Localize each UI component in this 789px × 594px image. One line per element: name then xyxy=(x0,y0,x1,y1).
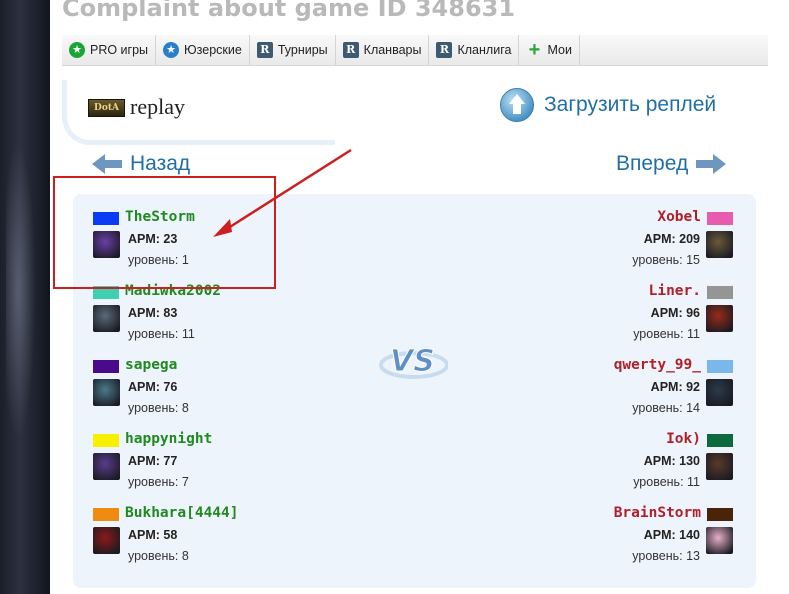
nav-item-label: Турниры xyxy=(277,43,328,57)
player-level: уровень: 11 xyxy=(128,327,195,341)
forward-link-label: Вперед xyxy=(616,152,689,175)
player-color-swatch xyxy=(93,360,119,373)
player-apm: APM: 92 xyxy=(650,380,700,394)
background-artwork xyxy=(0,0,50,594)
nav-item-3[interactable]: R Кланвары xyxy=(336,35,430,65)
player-color-swatch xyxy=(93,508,119,521)
hero-avatar xyxy=(706,379,733,406)
nav-item-label: Клан­лига xyxy=(457,43,512,57)
highlight-box xyxy=(53,176,276,289)
player-apm: APM: 96 xyxy=(650,306,700,320)
nav-item-0[interactable]: ★ PRO игры xyxy=(62,35,157,65)
player-card: Liner. APM: 96 уровень: 11 xyxy=(513,283,733,345)
player-level: уровень: 11 xyxy=(633,475,700,489)
dota-logo: DotA xyxy=(88,99,125,117)
game-category-nav: ★ PRO игры ★ Юзерские R Турниры R Кланвары R Клан… xyxy=(62,35,768,66)
arrow-right-icon xyxy=(696,153,727,175)
player-level: уровень: 8 xyxy=(128,401,189,415)
player-color-swatch xyxy=(707,434,733,447)
hero-avatar xyxy=(93,453,120,480)
nav-item-label: Кланвары xyxy=(363,43,422,57)
player-color-swatch xyxy=(707,286,733,299)
hero-avatar xyxy=(706,231,733,258)
player-color-swatch xyxy=(93,434,119,447)
player-apm: APM: 130 xyxy=(643,454,700,468)
player-name-link[interactable]: qwerty_99_ xyxy=(614,357,701,373)
arrow-left-icon xyxy=(92,153,122,175)
back-link[interactable]: Назад xyxy=(92,152,190,176)
player-color-swatch xyxy=(707,212,733,225)
nav-item-label: Юзерские xyxy=(184,43,242,57)
back-link-label: Назад xyxy=(130,152,191,175)
hero-avatar xyxy=(93,527,120,554)
player-card: happynight APM: 77 уровень: 7 xyxy=(93,431,313,493)
player-apm: APM: 209 xyxy=(643,232,700,246)
player-card: sapega APM: 76 уровень: 8 xyxy=(93,357,313,419)
player-card: Bukhara[4444] APM: 58 уровень: 8 xyxy=(93,505,313,567)
nav-item-label: Мои xyxy=(547,43,572,57)
nav-item-4[interactable]: R Клан­лига xyxy=(429,35,520,65)
player-apm: APM: 83 xyxy=(128,306,178,320)
player-level: уровень: 7 xyxy=(128,475,189,489)
hero-avatar xyxy=(93,379,120,406)
player-apm: APM: 76 xyxy=(128,380,178,394)
player-name-link[interactable]: BrainStorm xyxy=(614,505,701,521)
player-name-link[interactable]: sapega xyxy=(125,357,177,373)
player-level: уровень: 11 xyxy=(633,327,700,341)
r-badge-icon: R xyxy=(256,42,273,58)
player-name-link[interactable]: Bukhara[4444] xyxy=(125,505,239,521)
vs-text: VS xyxy=(390,344,435,379)
nav-item-2[interactable]: R Турниры xyxy=(250,35,336,65)
player-color-swatch xyxy=(707,508,733,521)
star-circle-green-icon: ★ xyxy=(69,42,85,58)
vs-logo: VS xyxy=(379,344,448,380)
hero-avatar xyxy=(706,453,733,480)
player-name-link[interactable]: Iok) xyxy=(666,431,701,447)
nav-item-1[interactable]: ★ Юзерские xyxy=(156,35,250,65)
player-card: BrainStorm APM: 140 уровень: 13 xyxy=(513,505,733,567)
hero-avatar xyxy=(706,305,733,332)
page-title: Complaint about game ID 348631 xyxy=(62,0,516,22)
upload-replay-label: Загрузить реплей xyxy=(544,93,717,116)
player-apm: APM: 58 xyxy=(128,528,178,542)
plus-icon: + xyxy=(528,39,541,61)
forward-link[interactable]: Вперед xyxy=(616,152,727,176)
upload-replay-button[interactable]: Загрузить реплей xyxy=(500,88,716,122)
r-badge-icon: R xyxy=(436,42,453,58)
player-color-swatch xyxy=(707,360,733,373)
hero-avatar xyxy=(706,527,733,554)
r-badge-icon: R xyxy=(342,42,359,58)
player-card: qwerty_99_ APM: 92 уровень: 14 xyxy=(513,357,733,419)
nav-item-label: PRO игры xyxy=(90,43,149,57)
player-card: Iok) APM: 130 уровень: 11 xyxy=(513,431,733,493)
player-name-link[interactable]: happynight xyxy=(125,431,212,447)
background-glow xyxy=(6,140,36,440)
hero-avatar xyxy=(93,305,120,332)
player-card: Madiwka2002 APM: 83 уровень: 11 xyxy=(93,283,313,345)
player-level: уровень: 15 xyxy=(632,253,700,267)
player-apm: APM: 77 xyxy=(128,454,178,468)
player-name-link[interactable]: Xobel xyxy=(657,209,701,225)
player-level: уровень: 14 xyxy=(632,401,700,415)
player-level: уровень: 8 xyxy=(128,549,189,563)
player-apm: APM: 140 xyxy=(643,528,700,542)
upload-arrow-icon xyxy=(500,88,534,122)
nav-item-5[interactable]: + Мои xyxy=(519,35,580,65)
replay-label: replay xyxy=(130,94,185,119)
player-name-link[interactable]: Liner. xyxy=(649,283,701,299)
star-circle-blue-icon: ★ xyxy=(163,42,180,58)
player-level: уровень: 13 xyxy=(632,549,700,563)
player-card: Xobel APM: 209 уровень: 15 xyxy=(513,209,733,271)
